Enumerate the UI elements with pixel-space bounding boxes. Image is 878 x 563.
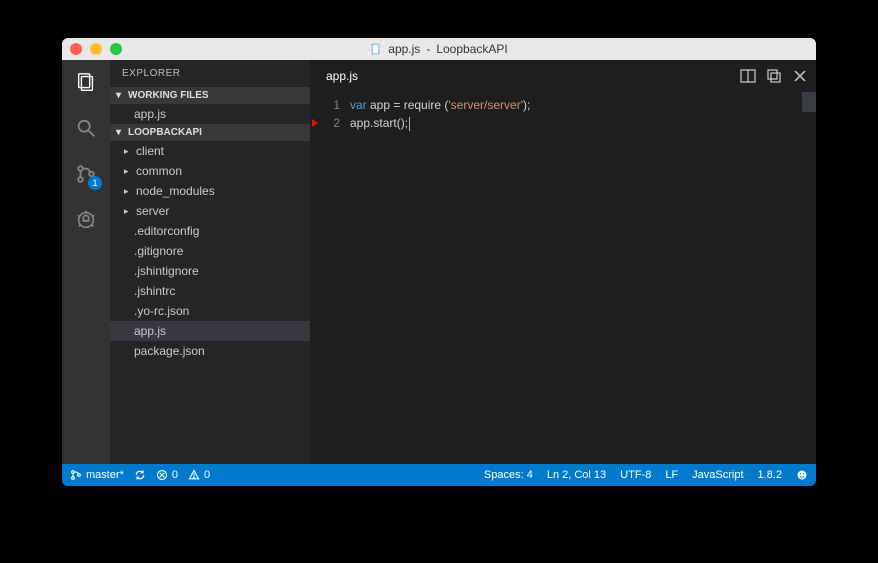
chevron-right-icon: ▸: [124, 146, 132, 157]
sync-icon[interactable]: [134, 469, 146, 481]
search-icon[interactable]: [72, 114, 100, 142]
code-editor[interactable]: 1 2 var app = require ('server/server');…: [310, 92, 816, 464]
title-project: LoopbackAPI: [436, 42, 507, 56]
warnings-status[interactable]: 0: [188, 469, 210, 481]
working-file-item[interactable]: app.js: [110, 104, 310, 124]
tab-actions: [740, 68, 808, 84]
file-item[interactable]: .editorconfig: [110, 221, 310, 241]
file-item-selected[interactable]: app.js: [110, 321, 310, 341]
indentation-status[interactable]: Spaces: 4: [484, 469, 533, 481]
sidebar-title: EXPLORER: [110, 60, 310, 87]
feedback-icon[interactable]: [796, 469, 808, 481]
folder-item[interactable]: ▸server: [110, 201, 310, 221]
code-content[interactable]: var app = require ('server/server'); app…: [350, 92, 530, 464]
encoding-status[interactable]: UTF-8: [620, 469, 651, 481]
titlebar: app.js - LoopbackAPI: [62, 38, 816, 60]
editor-tab[interactable]: app.js: [318, 69, 366, 83]
close-tab-icon[interactable]: [792, 68, 808, 84]
folder-item[interactable]: ▸node_modules: [110, 181, 310, 201]
folder-item[interactable]: ▸client: [110, 141, 310, 161]
file-item[interactable]: package.json: [110, 341, 310, 361]
window-controls: [62, 43, 122, 55]
version-status[interactable]: 1.8.2: [758, 469, 782, 481]
tabbar: app.js: [310, 60, 816, 92]
breakpoint-indicator-icon: [312, 119, 318, 127]
minimap[interactable]: [802, 92, 816, 464]
code-line: var app = require ('server/server');: [350, 96, 530, 114]
window-title: app.js - LoopbackAPI: [370, 42, 507, 56]
file-icon: [370, 43, 382, 55]
source-control-icon[interactable]: 1: [72, 160, 100, 188]
file-item[interactable]: .gitignore: [110, 241, 310, 261]
chevron-right-icon: ▸: [124, 166, 132, 177]
zoom-window-button[interactable]: [110, 43, 122, 55]
chevron-right-icon: ▸: [124, 186, 132, 197]
close-window-button[interactable]: [70, 43, 82, 55]
split-editor-icon[interactable]: [740, 68, 756, 84]
folder-item[interactable]: ▸common: [110, 161, 310, 181]
statusbar: master* 0 0 Spaces: 4 Ln 2, Col 13 UTF-8…: [62, 464, 816, 486]
cursor-position-status[interactable]: Ln 2, Col 13: [547, 469, 606, 481]
file-item[interactable]: .jshintignore: [110, 261, 310, 281]
debug-icon[interactable]: [72, 206, 100, 234]
project-header[interactable]: ▾ LOOPBACKAPI: [110, 124, 310, 141]
source-control-badge: 1: [88, 176, 102, 190]
text-cursor: [409, 117, 410, 131]
minimize-window-button[interactable]: [90, 43, 102, 55]
errors-status[interactable]: 0: [156, 469, 178, 481]
vscode-window: app.js - LoopbackAPI 1 EXPLORER: [62, 38, 816, 486]
statusbar-right: Spaces: 4 Ln 2, Col 13 UTF-8 LF JavaScri…: [484, 469, 808, 481]
eol-status[interactable]: LF: [665, 469, 678, 481]
more-actions-icon[interactable]: [766, 68, 782, 84]
language-status[interactable]: JavaScript: [692, 469, 743, 481]
line-number: 1: [314, 96, 340, 114]
chevron-down-icon: ▾: [116, 127, 124, 138]
file-item[interactable]: .jshintrc: [110, 281, 310, 301]
chevron-right-icon: ▸: [124, 206, 132, 217]
activitybar: 1: [62, 60, 110, 464]
git-branch-status[interactable]: master*: [70, 469, 124, 481]
line-gutter: 1 2: [310, 92, 350, 464]
file-item[interactable]: .yo-rc.json: [110, 301, 310, 321]
window-body: 1 EXPLORER ▾ WORKING FILES app.js ▾ LOOP…: [62, 60, 816, 464]
chevron-down-icon: ▾: [116, 90, 124, 101]
statusbar-left: master* 0 0: [70, 469, 210, 481]
line-number: 2: [314, 114, 340, 132]
working-files-header[interactable]: ▾ WORKING FILES: [110, 87, 310, 104]
title-filename: app.js: [388, 42, 420, 56]
explorer-icon[interactable]: [72, 68, 100, 96]
editor-area: app.js 1: [310, 60, 816, 464]
code-line: app.start();: [350, 114, 530, 132]
sidebar: EXPLORER ▾ WORKING FILES app.js ▾ LOOPBA…: [110, 60, 310, 464]
minimap-viewport[interactable]: [802, 92, 816, 112]
